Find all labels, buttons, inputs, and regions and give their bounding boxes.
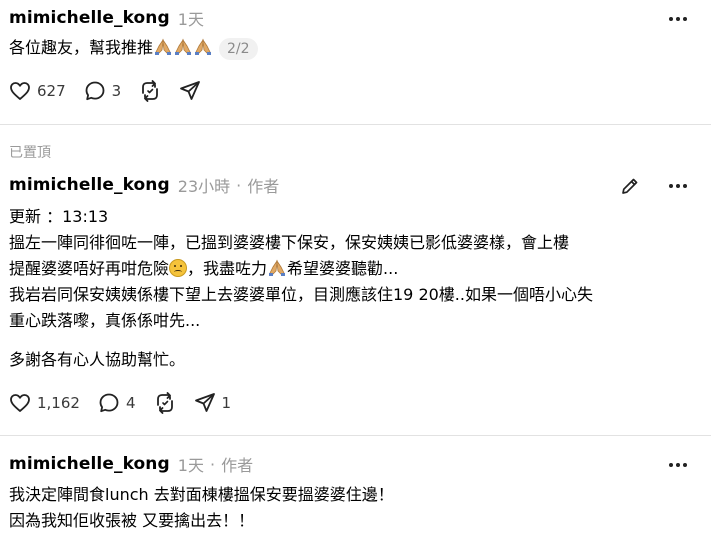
share-icon <box>180 81 201 100</box>
post1-like-button[interactable]: 627 <box>9 81 66 101</box>
post2-comment-count: 4 <box>125 394 136 412</box>
post1-share-button[interactable] <box>179 80 201 102</box>
post1-comment-count: 3 <box>111 82 122 100</box>
post2-author-tag: 作者 <box>247 177 280 196</box>
post2-line-5: 重心跌落嚟，真係係咁先... <box>9 311 201 330</box>
post2-repost-button[interactable] <box>154 392 176 414</box>
post1-repost-button[interactable] <box>139 80 161 102</box>
post1-page-badge[interactable]: 2/2 <box>219 37 258 60</box>
post1-text-line: 各位趣友，幫我推推 2/2 <box>9 35 258 64</box>
post2-line-4: 我岩岩同保安姨姨係樓下望上去婆婆單位，目測應該住19 20樓..如果一個唔小心失 <box>9 285 593 304</box>
post1-text: 各位趣友，幫我推推 <box>9 38 154 57</box>
folded-hands-emoji <box>153 38 173 64</box>
post2-line-2b: 已搵到婆婆樓下保安，保安姨姨已影低婆婆樣，會上樓 <box>185 233 570 252</box>
folded-hands-emoji <box>173 38 193 64</box>
post2-line-3: 提醒婆婆唔好再咁危險 ，我盡咗力 希望婆婆聽勸... <box>9 256 398 285</box>
pinned-label: 已置頂 <box>9 145 51 161</box>
repost-icon <box>156 392 173 414</box>
frowning-face-emoji <box>169 259 188 277</box>
meta-separator: · <box>209 454 216 474</box>
meta-separator: · <box>236 175 242 195</box>
post3-more-icon[interactable] <box>667 454 689 476</box>
post1-actions: 627 3 <box>9 78 219 104</box>
share-icon <box>194 393 215 412</box>
post1-time[interactable]: 1天 <box>178 6 204 30</box>
post2-more-icon[interactable] <box>667 175 689 197</box>
post2-line-6: 多謝各有心人協助幫忙。 <box>9 350 186 369</box>
post2-line-2: 搵左一陣同徘徊咗一陣，已搵到婆婆樓下保安，保安姨姨已影低婆婆樣，會上樓 <box>9 230 569 256</box>
folded-hands-emoji <box>193 38 213 64</box>
post3-author-tag: 作者 <box>221 456 254 475</box>
post2-username[interactable]: mimichelle_kong <box>9 175 170 195</box>
comment-icon <box>85 81 105 101</box>
post3-header: mimichelle_kong 1天 · 作者 <box>9 452 253 476</box>
post-divider <box>0 124 711 125</box>
edit-icon[interactable] <box>619 175 641 197</box>
post-divider <box>0 435 711 436</box>
post3-line-1: 我決定陣間食lunch 去對面棟樓搵保安要搵婆婆住邊！ <box>9 485 394 504</box>
heart-icon <box>10 82 30 100</box>
post3-username[interactable]: mimichelle_kong <box>9 454 170 474</box>
post3-time[interactable]: 1天 <box>178 452 204 476</box>
post1-username[interactable]: mimichelle_kong <box>9 8 170 28</box>
post2-like-button[interactable]: 1,162 <box>9 393 80 413</box>
post2-line-3c: 希望婆婆聽勸... <box>287 259 399 278</box>
heart-icon <box>10 394 30 412</box>
post1-like-count: 627 <box>37 82 66 100</box>
post2-line-1: 更新 ：13:13 <box>9 207 109 226</box>
post3-line-2: 因為我知佢收張被 又要擒出去！！ <box>9 511 255 530</box>
post2-line-3a: 提醒婆婆唔好再咁危險 <box>9 259 170 278</box>
post2-comment-button[interactable]: 4 <box>98 392 136 414</box>
repost-icon <box>142 80 159 102</box>
post2-share-button[interactable]: 1 <box>194 392 232 414</box>
post2-actions: 1,162 4 1 <box>9 390 249 416</box>
post2-time[interactable]: 23小時 <box>178 173 230 197</box>
post1-comment-button[interactable]: 3 <box>84 80 122 102</box>
comment-icon <box>99 393 119 413</box>
post2-share-count: 1 <box>221 394 232 412</box>
post1-more-icon[interactable] <box>667 8 689 30</box>
post2-line-3b: ，我盡咗力 <box>187 259 268 278</box>
post1-header: mimichelle_kong 1天 <box>9 6 204 30</box>
post2-header: mimichelle_kong 23小時 · 作者 <box>9 173 279 197</box>
post2-line-2a: 搵左一陣同徘徊咗一陣， <box>9 233 186 252</box>
post2-like-count: 1,162 <box>37 394 80 412</box>
